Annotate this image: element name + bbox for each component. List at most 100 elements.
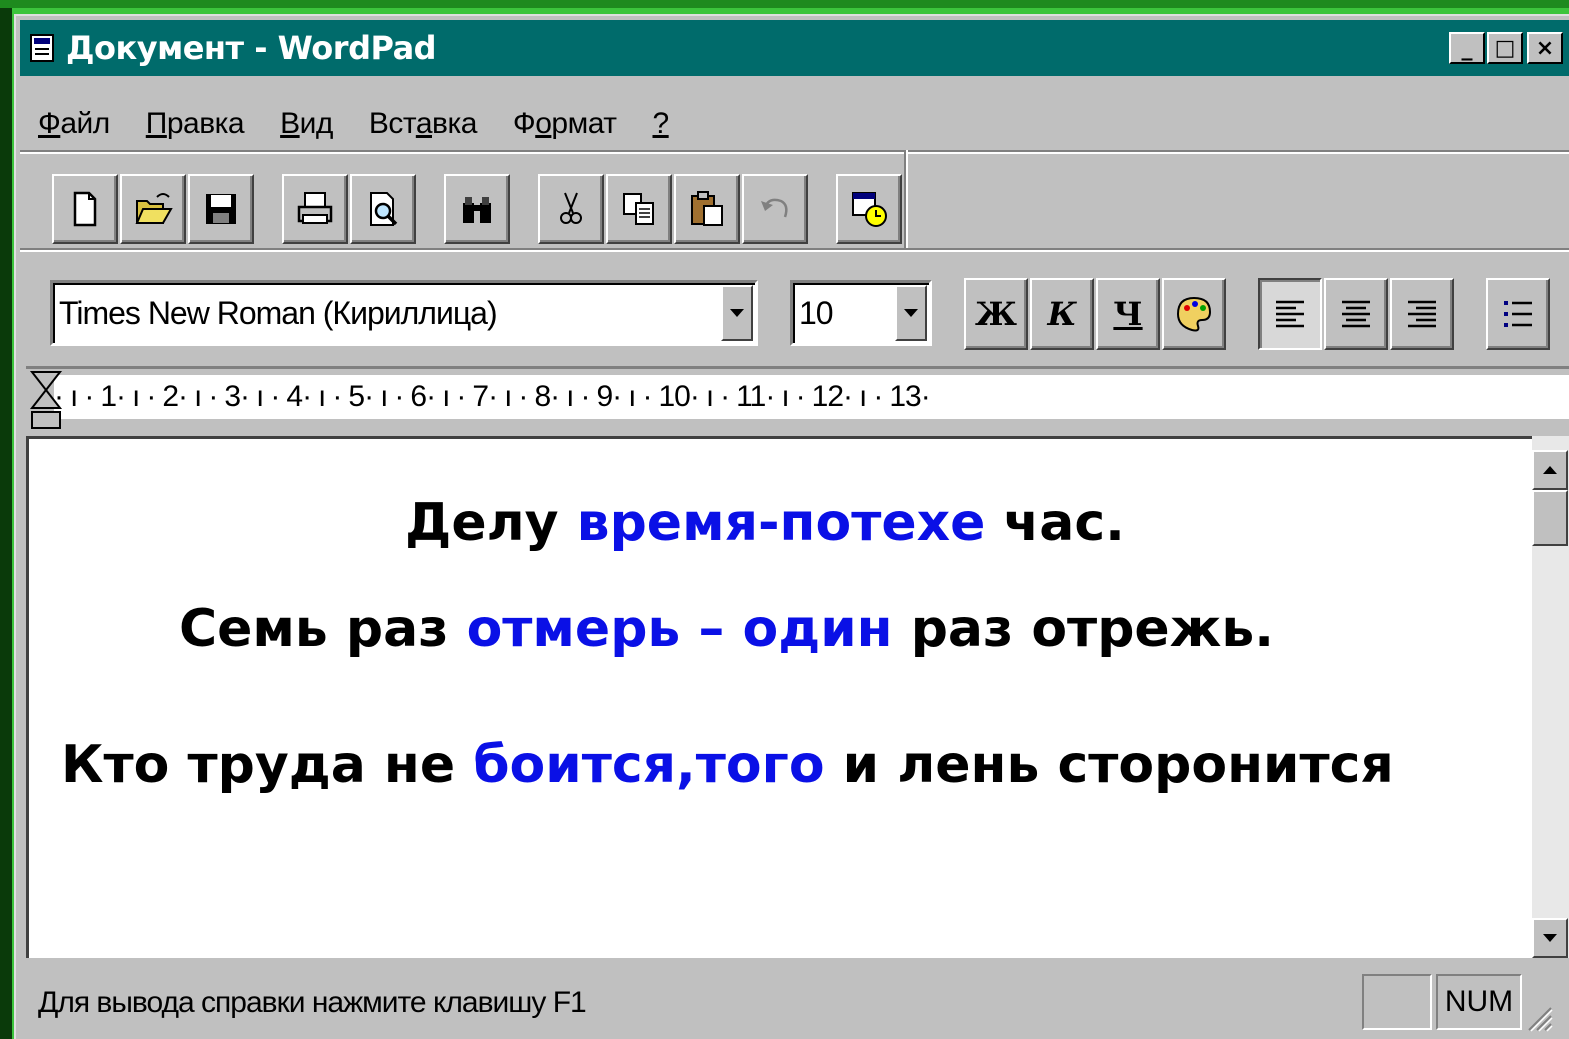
text-run: отмерь – один (466, 599, 893, 659)
paste-icon (691, 191, 723, 226)
ruler-ticks: ·ı· (843, 380, 890, 413)
menu-insert[interactable]: Вставка (369, 107, 478, 141)
menu-accelerator: Ф (38, 107, 61, 140)
wordpad-window: Документ - WordPad _ □ × Файл Правка Вид… (14, 14, 1569, 1039)
font-size-combobox[interactable]: 10 (790, 280, 932, 346)
size-dropdown-arrow-icon[interactable] (895, 285, 927, 341)
menu-accelerator: а (415, 107, 433, 140)
find-icon (463, 197, 491, 223)
date-time-icon (852, 192, 887, 227)
close-icon: × (1535, 35, 1555, 61)
ruler-mark: 12 (811, 380, 844, 413)
ruler-mark: 5 (348, 380, 365, 413)
menu-accelerator: ? (652, 107, 669, 140)
document-area[interactable]: Делу время-потехе час. Семь раз отмерь –… (26, 436, 1532, 958)
scroll-down-button[interactable] (1532, 918, 1568, 958)
menu-bar: Файл Правка Вид Вставка Формат ? (20, 96, 687, 152)
ruler-ticks: ·ı· (178, 380, 225, 413)
undo-button[interactable] (742, 174, 808, 244)
bold-button[interactable]: Ж (964, 278, 1028, 350)
ruler-mark: 13 (889, 380, 921, 413)
wordpad-app-icon[interactable] (30, 34, 54, 62)
minimize-button[interactable]: _ (1449, 32, 1485, 64)
document-line-3: Кто труда не боится,того и лень сторонит… (61, 735, 1394, 795)
maximize-icon: □ (1494, 35, 1516, 61)
ruler-ticks: ·ı· (116, 380, 163, 413)
document-line-2: Семь раз отмерь – один раз отрежь. (179, 599, 1274, 659)
ruler-ticks: ·ı· (550, 380, 597, 413)
ruler-ticks: ·ı· (426, 380, 473, 413)
font-dropdown-arrow-icon[interactable] (721, 285, 753, 341)
maximize-button[interactable]: □ (1487, 32, 1523, 64)
text-run: Семь раз (179, 599, 467, 659)
ruler-mark: 6 (410, 380, 427, 413)
open-button[interactable] (120, 174, 186, 244)
text-run: боится,того (473, 735, 825, 795)
print-preview-button[interactable] (350, 174, 416, 244)
ruler-mark: 8 (534, 380, 551, 413)
menu-edit[interactable]: Правка (146, 107, 245, 141)
ruler[interactable]: ·ı· 1 ·ı· 2 ·ı· 3 ·ı· 4 ·ı· 5 ·ı· 6 ·ı· 7 ·ı· 8 ·ı· 9 ·ı· 1… (26, 366, 1569, 424)
align-center-button[interactable] (1324, 278, 1388, 350)
align-right-button[interactable] (1390, 278, 1454, 350)
paste-button[interactable] (674, 174, 740, 244)
font-size-value: 10 (799, 295, 834, 331)
color-button[interactable] (1162, 278, 1226, 350)
align-right-icon (1408, 300, 1436, 328)
align-left-button[interactable] (1258, 278, 1322, 350)
close-button[interactable]: × (1527, 32, 1563, 64)
scroll-down-icon (1543, 934, 1557, 942)
ruler-ticks: ·ı· (765, 380, 812, 413)
ruler-mark: 9 (596, 380, 613, 413)
text-run: раз отрежь. (892, 599, 1275, 659)
font-name-value: Times New Roman (Кириллица) (59, 295, 498, 331)
text-run: время-потехе (576, 493, 986, 553)
menu-view[interactable]: Вид (280, 107, 333, 141)
scroll-up-button[interactable] (1532, 450, 1568, 490)
color-palette-icon (1176, 296, 1212, 332)
open-icon (135, 193, 173, 224)
menu-help[interactable]: ? (652, 107, 669, 141)
ruler-ticks: ·ı· (240, 380, 287, 413)
italic-label: К (1047, 295, 1077, 333)
ruler-mark: 4 (286, 380, 303, 413)
ruler-ticks: ·ı· (488, 380, 535, 413)
scroll-thumb[interactable] (1532, 490, 1568, 546)
new-button[interactable] (52, 174, 118, 244)
menu-accelerator: о (535, 107, 552, 140)
resize-grip-icon[interactable] (1523, 1002, 1553, 1032)
menu-separator (20, 150, 1569, 154)
scroll-up-icon (1543, 466, 1557, 474)
align-center-icon (1342, 300, 1370, 328)
vertical-scrollbar[interactable] (1532, 436, 1569, 958)
print-button[interactable] (282, 174, 348, 244)
copy-button[interactable] (606, 174, 672, 244)
background-edge-left (0, 0, 12, 1039)
ruler-ticks: ·ı· (302, 380, 349, 413)
undo-icon (761, 198, 788, 218)
print-preview-icon (370, 192, 398, 226)
text-run: Делу (405, 493, 577, 553)
cut-button[interactable] (538, 174, 604, 244)
background-edge-top (0, 0, 1569, 8)
bullets-button[interactable] (1486, 278, 1550, 350)
menu-file[interactable]: Файл (38, 107, 110, 141)
font-name-combobox[interactable]: Times New Roman (Кириллица) (50, 280, 758, 346)
align-left-icon (1276, 300, 1304, 328)
underline-button[interactable]: Ч (1096, 278, 1160, 350)
window-controls: _ □ × (1449, 32, 1563, 64)
italic-button[interactable]: К (1030, 278, 1094, 350)
find-button[interactable] (444, 174, 510, 244)
menu-format[interactable]: Формат (513, 107, 617, 141)
save-button[interactable] (188, 174, 254, 244)
ruler-scale: ·ı· 1 ·ı· 2 ·ı· 3 ·ı· 4 ·ı· 5 ·ı· 6 ·ı· 7 ·ı· 8 ·ı· 9 ·ı· 1… (54, 375, 1569, 419)
status-indicator-empty (1362, 974, 1432, 1030)
save-icon (206, 194, 236, 224)
indent-marker-icon[interactable] (26, 368, 66, 440)
status-num-indicator: NUM (1436, 974, 1522, 1030)
cut-icon (560, 192, 582, 224)
text-run: час. (985, 493, 1125, 553)
ruler-ticks: ·ı· (612, 380, 659, 413)
date-time-button[interactable] (836, 174, 902, 244)
title-bar[interactable]: Документ - WordPad _ □ × (20, 20, 1569, 76)
